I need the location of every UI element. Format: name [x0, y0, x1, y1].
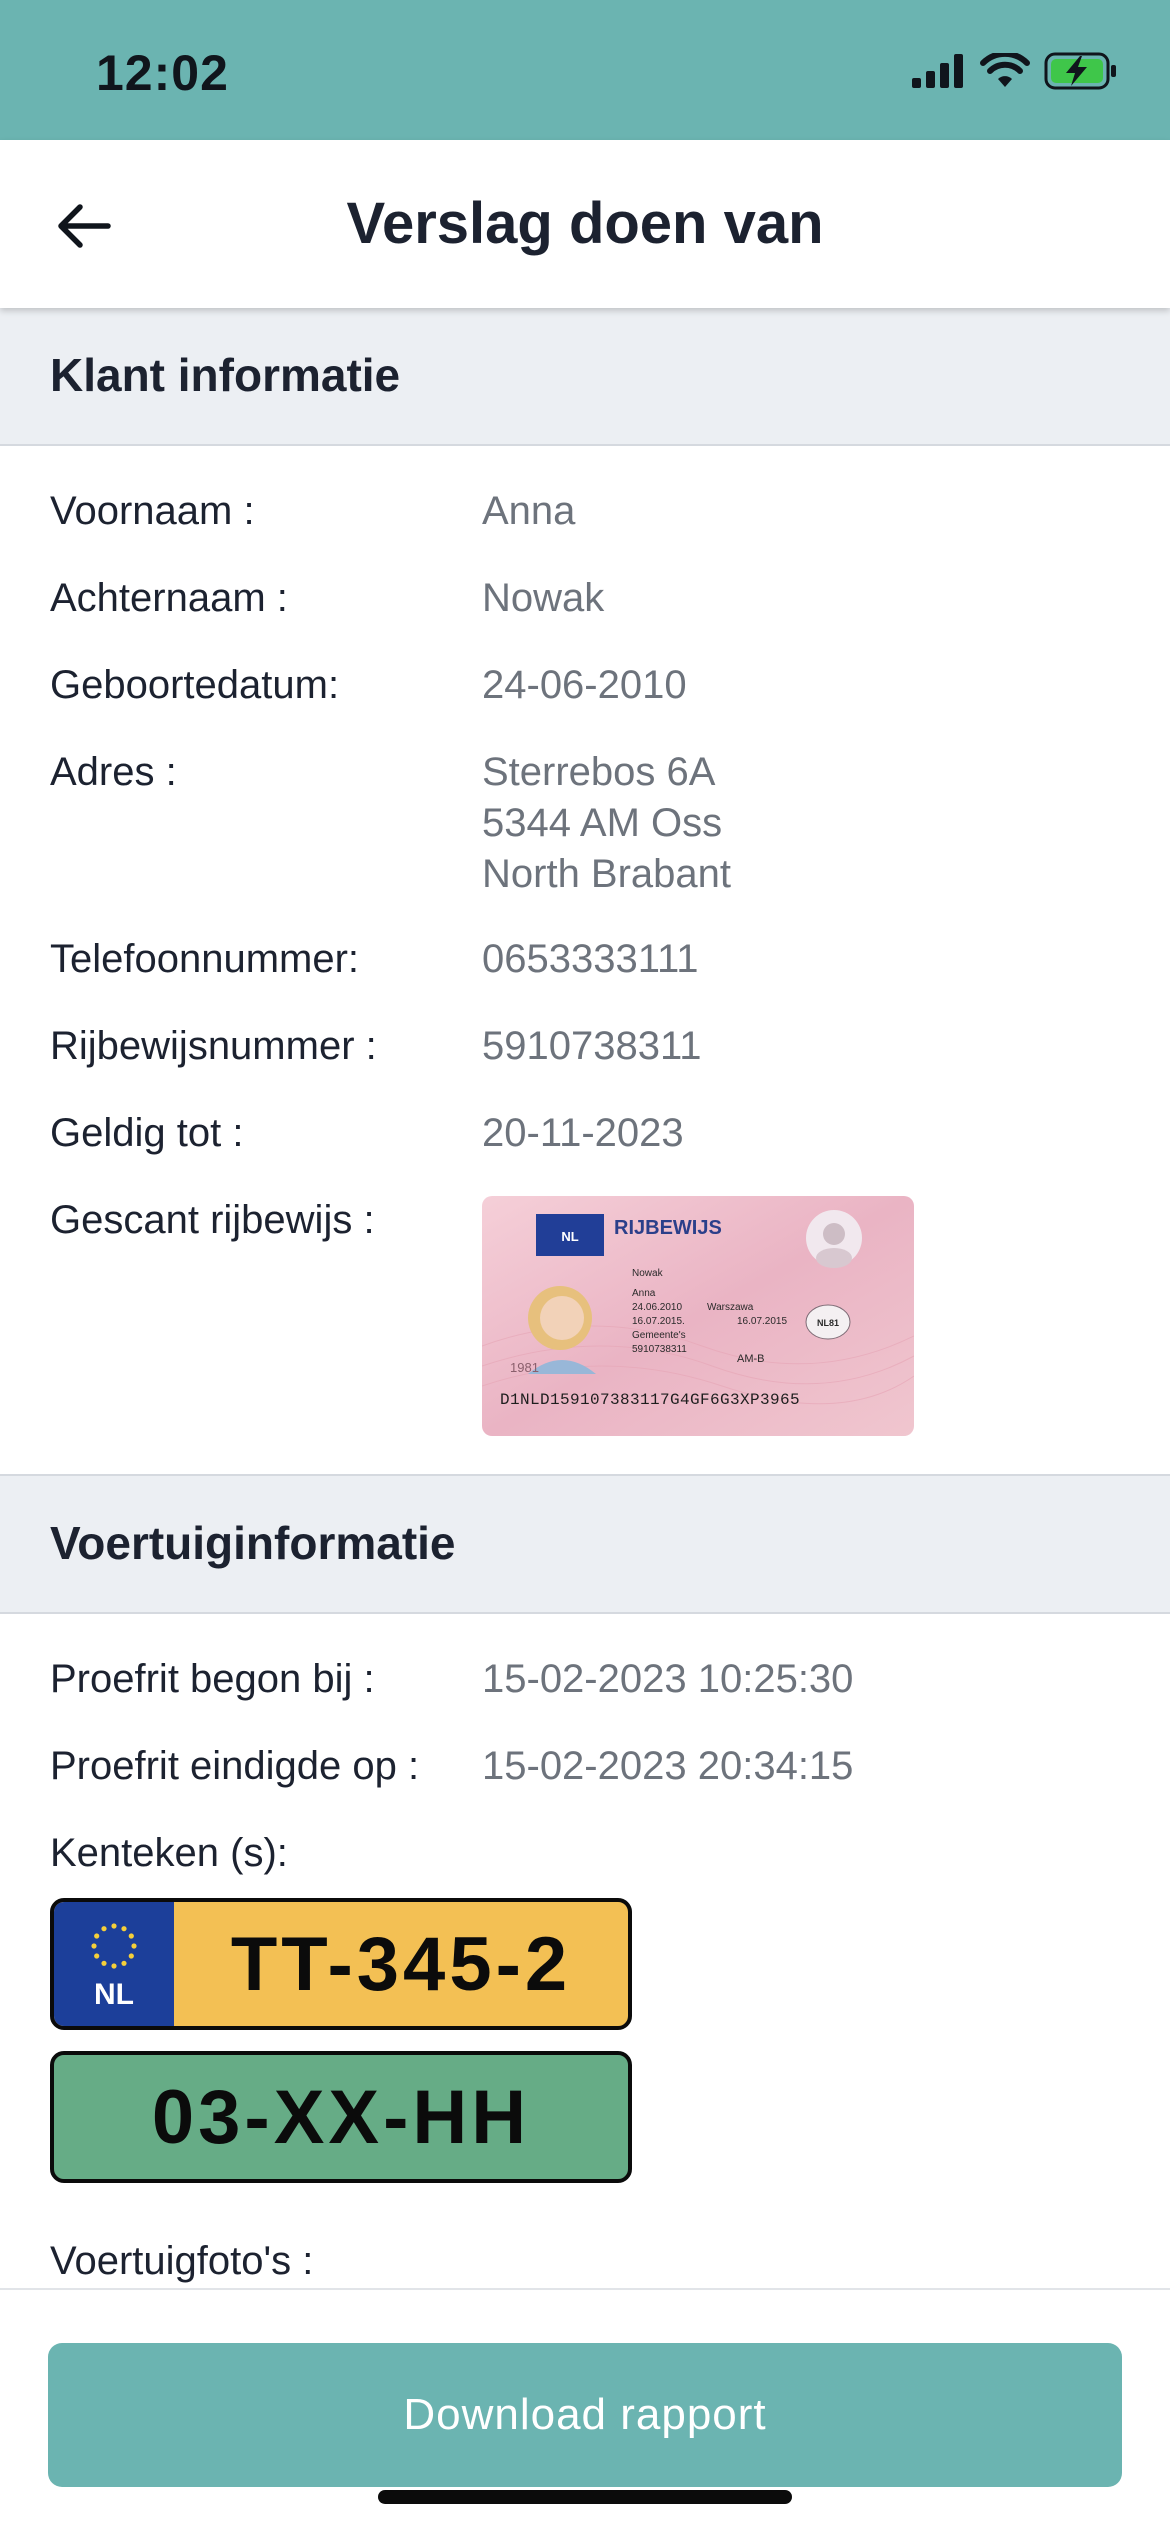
vehicle-section-title: Voertuiginformatie: [50, 1517, 456, 1569]
license-birth-date: 24.06.2010: [632, 1302, 682, 1313]
license-number-value: 5910738311: [482, 1024, 702, 1068]
status-time: 12:02: [96, 45, 229, 101]
license-number-label: Rijbewijsnummer :: [50, 1024, 377, 1068]
vehicle-photos-label: Voertuigfoto's :: [50, 2239, 314, 2283]
license-number-text: 5910738311: [632, 1344, 687, 1355]
status-bar: 12:02: [0, 0, 1170, 140]
customer-section-title: Klant informatie: [50, 349, 401, 401]
plate-number: 03-XX-HH: [151, 2074, 531, 2160]
vehicle-section-header: Voertuiginformatie: [0, 1474, 1170, 1614]
test-drive-start-value: 15-02-2023 10:25:30: [482, 1657, 854, 1701]
status-icons: [912, 52, 1118, 90]
license-expiry-date: 16.07.2015: [737, 1316, 787, 1327]
dob-label: Geboortedatum:: [50, 663, 340, 707]
download-report-button[interactable]: Download rapport: [48, 2343, 1122, 2487]
last-name-label: Achternaam :: [50, 576, 288, 620]
test-drive-start-label: Proefrit begon bij :: [50, 1657, 375, 1701]
license-given-name: Anna: [632, 1288, 656, 1299]
cellular-signal-icon: [912, 54, 963, 88]
nav-bar: Verslag doen van: [0, 140, 1170, 308]
last-name-value: Nowak: [482, 576, 605, 620]
eu-flag-band: NL: [54, 1902, 174, 2026]
license-plate-yellow: NL TT-345-2: [50, 1898, 632, 2030]
plate-country-code: NL: [94, 1978, 134, 2011]
license-badge: NL81: [817, 1318, 839, 1328]
license-category: AM-B: [737, 1353, 765, 1365]
first-name-value: Anna: [482, 489, 576, 533]
license-mrz: D1NLD159107383117G4GF6G3XP3965: [500, 1391, 800, 1409]
test-drive-end-label: Proefrit eindigde op :: [50, 1744, 420, 1788]
valid-until-value: 20-11-2023: [482, 1111, 684, 1155]
home-indicator: [378, 2490, 792, 2504]
address-value: Sterrebos 6A 5344 AM Oss North Brabant: [482, 750, 732, 896]
plates-label: Kenteken (s):: [50, 1831, 288, 1875]
license-plate-green: 03-XX-HH: [50, 2051, 632, 2183]
plate-number: TT-345-2: [230, 1921, 572, 2007]
license-authority: Gemeente's: [632, 1330, 686, 1341]
license-year: 1981: [510, 1360, 539, 1375]
page-title: Verslag doen van: [346, 191, 824, 256]
phone-label: Telefoonnummer:: [50, 937, 360, 981]
test-drive-end-value: 15-02-2023 20:34:15: [482, 1744, 854, 1788]
license-country: NL: [561, 1229, 578, 1244]
address-label: Adres :: [50, 750, 177, 794]
license-title: RIJBEWIJS: [614, 1217, 722, 1239]
phone-value: 0653333111: [482, 937, 699, 981]
wifi-icon: [980, 53, 1030, 87]
license-birth-place: Warszawa: [707, 1302, 754, 1313]
customer-section-header: Klant informatie: [0, 306, 1170, 446]
license-surname: Nowak: [632, 1268, 664, 1279]
scanned-license-image[interactable]: NL RIJBEWIJS 1981 Nowak Anna 24.06.2010 …: [482, 1196, 914, 1436]
battery-charging-icon: [1044, 52, 1116, 90]
license-issue-date: 16.07.2015.: [632, 1316, 685, 1327]
valid-until-label: Geldig tot :: [50, 1111, 244, 1155]
first-name-label: Voornaam :: [50, 489, 255, 533]
dob-value: 24-06-2010: [482, 663, 687, 707]
scanned-license-label: Gescant rijbewijs :: [50, 1198, 375, 1242]
